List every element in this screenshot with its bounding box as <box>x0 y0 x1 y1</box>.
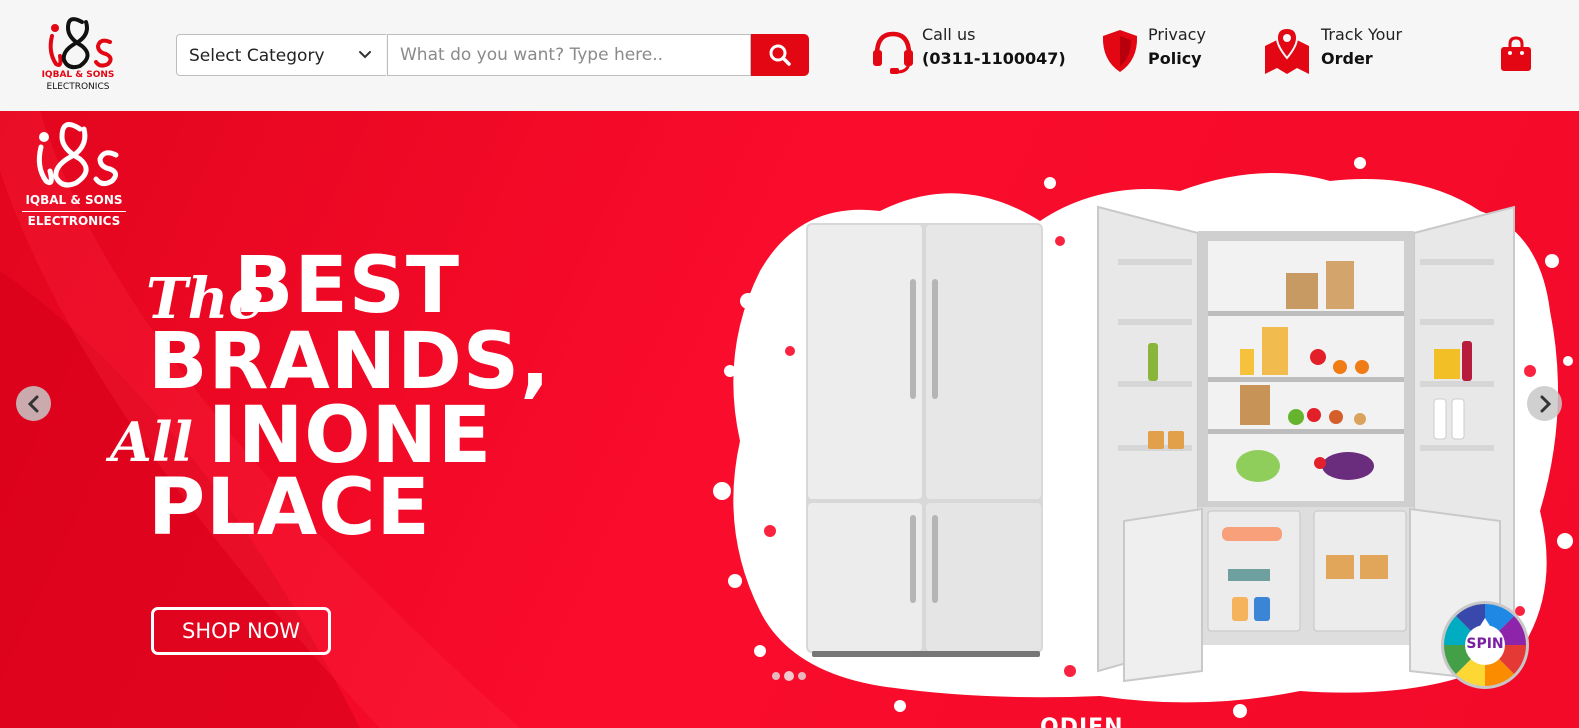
search-icon <box>769 44 791 66</box>
site-header: IQBAL & SONS ELECTRONICS Select Category… <box>0 0 1579 112</box>
track-value: Order <box>1321 49 1373 68</box>
spin-label: SPIN <box>1466 636 1504 652</box>
chevron-right-icon <box>1540 395 1551 412</box>
chevron-left-icon <box>27 395 38 412</box>
slider-dot-2[interactable] <box>784 671 794 681</box>
logo-brand-sub: ELECTRONICS <box>46 82 110 92</box>
category-select-value: Select Category <box>189 46 325 66</box>
headset-icon <box>873 31 913 74</box>
site-logo[interactable]: IQBAL & SONS ELECTRONICS <box>38 12 118 94</box>
track-label: Track Your <box>1321 25 1403 44</box>
spin-wheel-button[interactable]: SPIN <box>1440 600 1530 690</box>
slider-dot-1[interactable] <box>772 672 780 680</box>
search-button[interactable] <box>751 34 809 76</box>
chevron-down-icon <box>359 51 371 59</box>
call-us-link[interactable]: Call us (0311-1100047) <box>871 22 1066 82</box>
map-pin-icon <box>1265 28 1309 74</box>
logo-brand-name: IQBAL & SONS <box>41 70 115 80</box>
shopping-bag-icon[interactable] <box>1500 36 1532 72</box>
privacy-policy-link[interactable]: Privacy Policy <box>1100 22 1210 82</box>
privacy-value: Policy <box>1148 49 1202 68</box>
slider-next-button[interactable] <box>1527 386 1562 421</box>
shield-icon <box>1102 30 1138 72</box>
call-us-label: Call us <box>922 25 976 44</box>
refrigerators-image <box>713 157 1573 718</box>
hero-banner: IQBAL & SONS ELECTRONICS The BEST BRANDS… <box>0 111 1579 728</box>
call-us-number: (0311-1100047) <box>922 49 1066 68</box>
category-select[interactable]: Select Category <box>176 34 386 76</box>
logo-mark-icon <box>48 17 113 70</box>
track-order-link[interactable]: Track Your Order <box>1263 22 1413 82</box>
search-input[interactable] <box>387 34 751 76</box>
slider-prev-button[interactable] <box>16 386 51 421</box>
slider-dot-3[interactable] <box>798 672 806 680</box>
privacy-label: Privacy <box>1148 25 1206 44</box>
brand-strip-logo: ODIEN <box>1040 715 1124 728</box>
